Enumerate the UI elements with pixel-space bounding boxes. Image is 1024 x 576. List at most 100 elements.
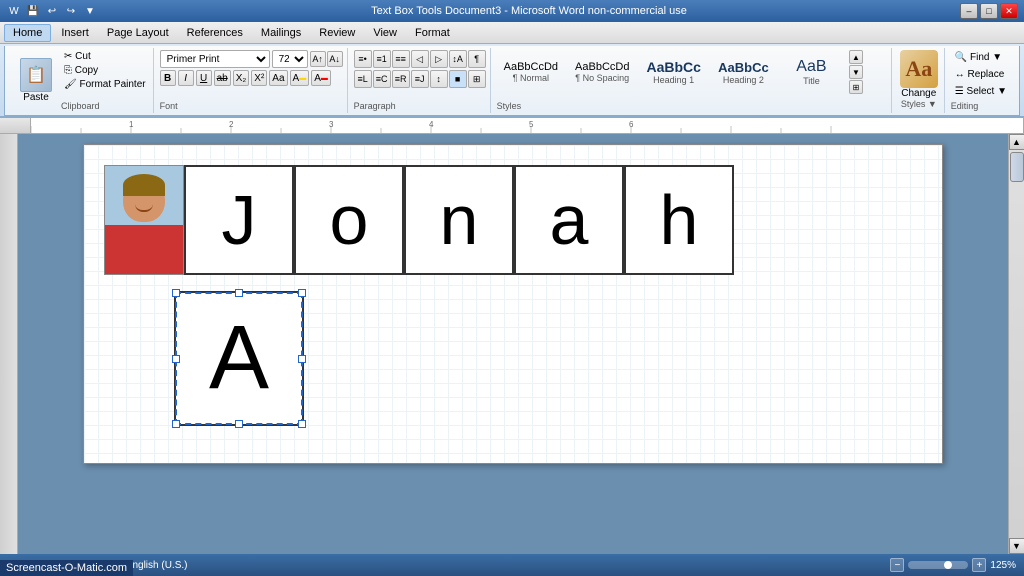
show-marks-button[interactable]: ¶ <box>468 50 486 68</box>
maximize-button[interactable]: □ <box>980 3 998 19</box>
style-h1-label: Heading 1 <box>653 75 694 85</box>
style-h2-preview: AaBbCc <box>718 60 769 75</box>
minimize-button[interactable]: – <box>960 3 978 19</box>
menu-mailings[interactable]: Mailings <box>253 25 309 41</box>
undo-icon[interactable]: ↩ <box>44 3 60 19</box>
handle-top-right[interactable] <box>298 289 306 297</box>
bold-button[interactable]: B <box>160 70 176 86</box>
scroll-thumb[interactable] <box>1010 152 1024 182</box>
align-center-button[interactable]: ≡C <box>373 70 391 88</box>
status-right: − + 125% <box>890 558 1016 572</box>
menu-home[interactable]: Home <box>4 24 51 42</box>
increase-indent-button[interactable]: ▷ <box>430 50 448 68</box>
format-painter-button[interactable]: 🖌 Format Painter <box>61 78 149 91</box>
svg-text:4: 4 <box>429 120 434 129</box>
more-qat-icon[interactable]: ▼ <box>82 3 98 19</box>
align-left-button[interactable]: ≡L <box>354 70 372 88</box>
save-icon[interactable]: 💾 <box>25 3 41 19</box>
svg-text:1: 1 <box>129 120 134 129</box>
sort-button[interactable]: ↕A <box>449 50 467 68</box>
underline-button[interactable]: U <box>196 70 212 86</box>
handle-middle-right[interactable] <box>298 355 306 363</box>
handle-top-left[interactable] <box>172 289 180 297</box>
zoom-out-button[interactable]: − <box>890 558 904 572</box>
styles-group: AaBbCcDd ¶ Normal AaBbCcDd ¶ No Spacing … <box>493 48 892 113</box>
handle-bottom-left[interactable] <box>172 420 180 428</box>
bullets-button[interactable]: ≡• <box>354 50 372 68</box>
shading-button[interactable]: ■ <box>449 70 467 88</box>
svg-text:6: 6 <box>629 120 634 129</box>
decrease-font-button[interactable]: A↓ <box>327 51 343 67</box>
subscript-button[interactable]: X₂ <box>233 70 250 86</box>
scroll-down-arrow[interactable]: ▼ <box>1009 538 1024 554</box>
style-title-label: Title <box>803 76 820 86</box>
letter-box-n: n <box>404 165 514 275</box>
handle-bottom-right[interactable] <box>298 420 306 428</box>
style-h1-button[interactable]: AaBbCc Heading 1 <box>639 56 707 88</box>
clipboard-label: Clipboard <box>61 101 149 111</box>
scroll-up-arrow[interactable]: ▲ <box>1009 134 1024 150</box>
word-logo-icon[interactable]: W <box>6 3 22 19</box>
menu-format[interactable]: Format <box>407 25 458 41</box>
borders-button[interactable]: ⊞ <box>468 70 486 88</box>
font-color-button[interactable]: A▬ <box>311 70 331 86</box>
styles-group-label: Styles <box>497 101 887 111</box>
styles-scroll-down[interactable]: ▼ <box>849 65 863 79</box>
text-box-container[interactable]: A <box>174 291 309 431</box>
font-size-select[interactable]: 72 <box>272 50 308 68</box>
text-box-content: A <box>209 307 269 410</box>
styles-more-button[interactable]: ⊞ <box>849 80 863 94</box>
letter-box-J: J <box>184 165 294 275</box>
status-bar: Page: 1 of 1 Words: 0 English (U.S.) − +… <box>0 554 1024 576</box>
replace-button[interactable]: ↔ Replace <box>951 67 1011 82</box>
menu-view[interactable]: View <box>365 25 405 41</box>
change-styles-icon: Aa <box>900 50 938 88</box>
cut-button[interactable]: ✂ Cut <box>61 50 149 63</box>
superscript-button[interactable]: X² <box>251 70 267 86</box>
multilevel-button[interactable]: ≡≡ <box>392 50 410 68</box>
ruler-inner: 1 2 3 4 5 6 <box>30 118 1024 133</box>
font-group: Primer Print 72 A↑ A↓ B I U ab X₂ X² Aa … <box>156 48 348 113</box>
menu-page-layout[interactable]: Page Layout <box>99 25 177 41</box>
vertical-scrollbar[interactable]: ▲ ▼ <box>1008 134 1024 554</box>
zoom-level: 125% <box>990 560 1016 571</box>
window-controls: – □ ✕ <box>960 3 1018 19</box>
justify-button[interactable]: ≡J <box>411 70 429 88</box>
handle-top-center[interactable] <box>235 289 243 297</box>
paste-button[interactable]: 📋 Paste <box>13 50 59 111</box>
svg-text:5: 5 <box>529 120 534 129</box>
decrease-indent-button[interactable]: ◁ <box>411 50 429 68</box>
select-button[interactable]: ☰ Select ▼ <box>951 84 1011 99</box>
change-styles-sublabel[interactable]: Styles ▼ <box>901 99 937 109</box>
close-button[interactable]: ✕ <box>1000 3 1018 19</box>
handle-bottom-center[interactable] <box>235 420 243 428</box>
italic-button[interactable]: I <box>178 70 194 86</box>
styles-scroll-up[interactable]: ▲ <box>849 50 863 64</box>
line-spacing-button[interactable]: ↕ <box>430 70 448 88</box>
font-face-select[interactable]: Primer Print <box>160 50 270 68</box>
highlight-button[interactable]: A▬ <box>290 70 310 86</box>
strikethrough-button[interactable]: ab <box>214 70 231 86</box>
style-normal-button[interactable]: AaBbCcDd ¶ Normal <box>497 58 565 86</box>
style-normal-label: ¶ Normal <box>513 73 549 83</box>
find-button[interactable]: 🔍 Find ▼ <box>951 50 1011 65</box>
align-right-button[interactable]: ≡R <box>392 70 410 88</box>
numbering-button[interactable]: ≡1 <box>373 50 391 68</box>
copy-button[interactable]: ⎘ Copy <box>61 64 149 77</box>
zoom-in-button[interactable]: + <box>972 558 986 572</box>
menu-bar: Home Insert Page Layout References Maili… <box>0 22 1024 44</box>
menu-review[interactable]: Review <box>311 25 363 41</box>
style-nospacing-button[interactable]: AaBbCcDd ¶ No Spacing <box>568 58 636 86</box>
name-letter-row: J o n a h <box>104 165 922 275</box>
svg-text:3: 3 <box>329 120 334 129</box>
style-h2-button[interactable]: AaBbCc Heading 2 <box>711 57 776 88</box>
redo-icon[interactable]: ↪ <box>63 3 79 19</box>
document-scroll-area[interactable]: J o n a h A <box>18 134 1008 554</box>
handle-middle-left[interactable] <box>172 355 180 363</box>
menu-references[interactable]: References <box>179 25 251 41</box>
text-case-button[interactable]: Aa <box>269 70 287 86</box>
increase-font-button[interactable]: A↑ <box>310 51 326 67</box>
menu-insert[interactable]: Insert <box>53 25 97 41</box>
style-title-button[interactable]: AaB Title <box>779 55 844 89</box>
zoom-slider[interactable] <box>908 561 968 569</box>
